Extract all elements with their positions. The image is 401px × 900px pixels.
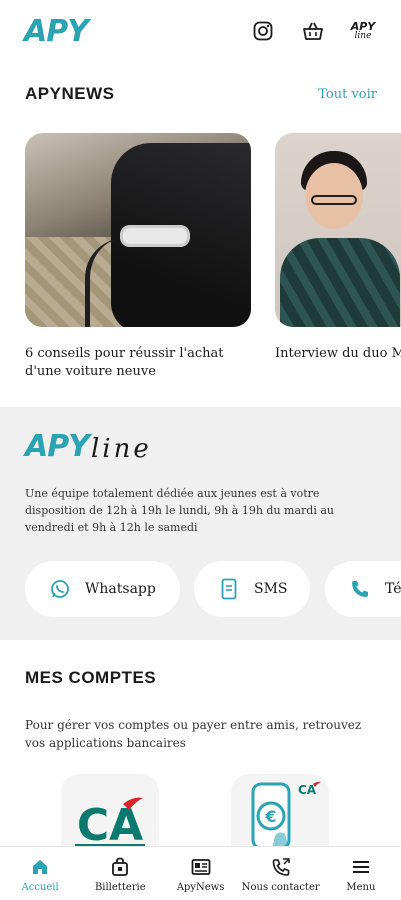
see-all-link[interactable]: Tout voir bbox=[318, 87, 377, 102]
nav-label: Billetterie bbox=[94, 882, 146, 893]
contact-phone-icon bbox=[271, 857, 291, 877]
instagram-icon[interactable] bbox=[249, 17, 277, 45]
nav-label: ApyNews bbox=[176, 882, 225, 893]
apyline-logo-apy: APY bbox=[25, 429, 90, 464]
news-caption: Interview du duo M bbox=[275, 346, 401, 361]
news-title: APYNEWS bbox=[25, 84, 115, 103]
nav-label: Accueil bbox=[21, 882, 59, 893]
nav-label: Menu bbox=[346, 882, 376, 893]
apyline-logo-line: line bbox=[90, 434, 152, 464]
accounts-title: MES COMPTES bbox=[25, 668, 157, 687]
credit-agricole-app-icon[interactable]: CA bbox=[61, 774, 159, 854]
ticket-bag-icon bbox=[110, 857, 130, 877]
news-carousel[interactable]: 6 conseils pour réussir l'achat d'une vo… bbox=[25, 133, 401, 383]
news-icon bbox=[191, 857, 211, 877]
whatsapp-icon bbox=[49, 578, 71, 600]
nav-nous-contacter[interactable]: Nous contacter bbox=[241, 847, 321, 900]
bottom-navigation: Accueil Billetterie ApyNews Nous contact… bbox=[0, 846, 401, 900]
sms-icon bbox=[218, 578, 240, 600]
phone-icon bbox=[349, 578, 371, 600]
accounts-description: Pour gérer vos comptes ou payer entre am… bbox=[25, 718, 362, 750]
whatsapp-label: Whatsapp bbox=[85, 581, 156, 597]
apyline-logo: APY line bbox=[25, 429, 152, 464]
phone-button[interactable]: Té bbox=[325, 561, 401, 617]
nav-label: Nous contacter bbox=[241, 882, 320, 893]
top-bar: APY APY line bbox=[0, 0, 401, 62]
news-card[interactable]: Interview du duo M bbox=[275, 133, 401, 363]
nav-apynews[interactable]: ApyNews bbox=[160, 847, 240, 900]
menu-icon bbox=[351, 857, 371, 877]
top-icons: APY line bbox=[249, 17, 377, 45]
paiement-mobile-app-icon[interactable]: € CA bbox=[231, 774, 329, 854]
nav-menu[interactable]: Menu bbox=[321, 847, 401, 900]
apyline-mini-logo[interactable]: APY line bbox=[349, 17, 377, 45]
news-image-portrait bbox=[275, 133, 401, 327]
basket-icon[interactable] bbox=[299, 17, 327, 45]
sms-button[interactable]: SMS bbox=[194, 561, 310, 617]
apyline-section: APY line Une équipe totalement dédiée au… bbox=[0, 407, 401, 640]
news-card[interactable]: 6 conseils pour réussir l'achat d'une vo… bbox=[25, 133, 251, 381]
sms-label: SMS bbox=[254, 581, 288, 597]
news-image-electric-car bbox=[25, 133, 251, 327]
news-caption: 6 conseils pour réussir l'achat d'une vo… bbox=[25, 346, 224, 379]
contact-options: Whatsapp SMS Té bbox=[25, 561, 401, 617]
home-icon bbox=[30, 857, 50, 877]
phone-label: Té bbox=[385, 581, 401, 597]
apyline-description: Une équipe totalement dédiée aux jeunes … bbox=[25, 487, 334, 534]
whatsapp-button[interactable]: Whatsapp bbox=[25, 561, 180, 617]
euro-symbol: € bbox=[264, 807, 276, 826]
nav-billetterie[interactable]: Billetterie bbox=[80, 847, 160, 900]
news-header: APYNEWS Tout voir bbox=[25, 84, 377, 104]
nav-accueil[interactable]: Accueil bbox=[0, 847, 80, 900]
apyline-mini-line: line bbox=[354, 31, 372, 41]
apy-logo[interactable]: APY bbox=[24, 14, 89, 49]
ca-logo-text: CA bbox=[77, 800, 143, 851]
